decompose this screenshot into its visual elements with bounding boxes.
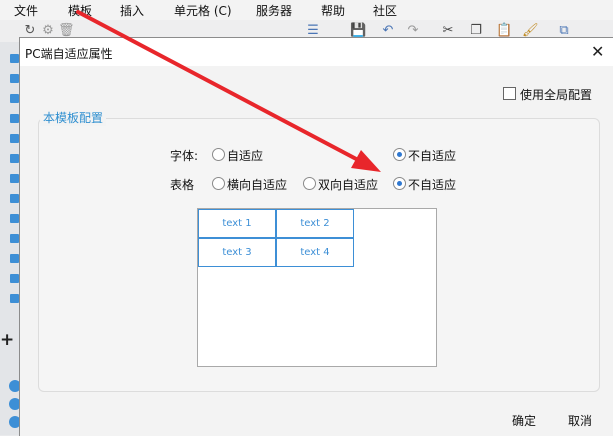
menu-help[interactable]: 帮助 <box>321 2 345 19</box>
tree-node-icon[interactable] <box>10 274 19 283</box>
preview-panel: text 1 text 2 text 3 text 4 <box>197 208 437 367</box>
menu-insert[interactable]: 插入 <box>120 2 144 19</box>
preview-cell: text 3 <box>198 238 276 267</box>
tree-node-icon[interactable] <box>10 214 19 223</box>
template-config-title: 本模板配置 <box>40 109 107 126</box>
tree-node-icon[interactable] <box>10 134 19 143</box>
font-no-adaptive-radio[interactable] <box>393 148 406 161</box>
tree-node-icon[interactable] <box>10 54 19 63</box>
font-label: 字体: <box>170 149 199 163</box>
tree-node-icon[interactable] <box>10 94 19 103</box>
table-horizontal-radio[interactable] <box>212 177 225 190</box>
use-global-config-checkbox[interactable] <box>503 87 516 100</box>
table-no-adaptive-label: 不自适应 <box>408 178 457 192</box>
preview-cell: text 1 <box>198 209 276 238</box>
table-bidirectional-label: 双向自适应 <box>318 178 379 192</box>
table-horizontal-label: 横向自适应 <box>227 178 288 192</box>
table-label: 表格 <box>170 178 195 192</box>
cancel-button[interactable]: 取消 <box>560 410 600 432</box>
tree-node-icon[interactable] <box>10 294 19 303</box>
table-bidirectional-radio[interactable] <box>303 177 316 190</box>
font-adaptive-label: 自适应 <box>227 149 264 163</box>
tree-node-icon[interactable] <box>10 174 19 183</box>
dialog-title: PC端自适应属性 <box>25 47 113 61</box>
tree-node-icon[interactable] <box>10 194 19 203</box>
font-adaptive-radio[interactable] <box>212 148 225 161</box>
tree-node-icon[interactable] <box>10 114 19 123</box>
add-icon[interactable]: + <box>0 330 14 350</box>
menu-community[interactable]: 社区 <box>373 2 397 19</box>
tree-node-icon[interactable] <box>10 254 19 263</box>
use-global-config-label: 使用全局配置 <box>520 88 593 102</box>
menu-cell[interactable]: 单元格 (C) <box>174 2 232 19</box>
tree-node-icon[interactable] <box>10 234 19 243</box>
tree-node-icon[interactable] <box>10 154 19 163</box>
ok-button[interactable]: 确定 <box>504 410 544 432</box>
font-no-adaptive-label: 不自适应 <box>408 149 457 163</box>
close-icon[interactable]: ✕ <box>591 42 604 61</box>
preview-cell: text 4 <box>276 238 354 267</box>
preview-cell: text 2 <box>276 209 354 238</box>
menubar: 文件 模板 插入 单元格 (C) 服务器 帮助 社区 <box>0 0 613 20</box>
tree-node-icon[interactable] <box>10 74 19 83</box>
menu-server[interactable]: 服务器 <box>256 2 292 19</box>
menu-file[interactable]: 文件 <box>14 2 38 19</box>
menu-template[interactable]: 模板 <box>68 2 92 19</box>
table-no-adaptive-radio[interactable] <box>393 177 406 190</box>
adaptive-properties-dialog: PC端自适应属性 ✕ 使用全局配置 本模板配置 字体: 自适应 不自适应 表格 … <box>19 37 613 436</box>
